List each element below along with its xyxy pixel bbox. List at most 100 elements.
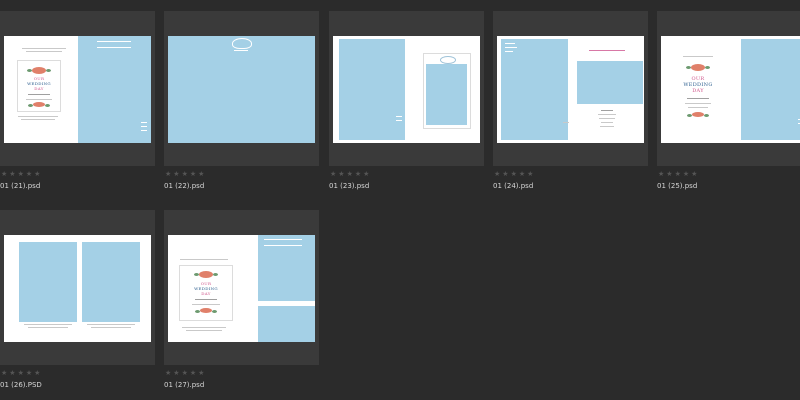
- photo-placeholder: [501, 39, 568, 140]
- text-line: [26, 99, 52, 100]
- title-banner: [264, 239, 302, 246]
- star-outline-icon[interactable]: ★: [494, 170, 500, 178]
- rating-stars[interactable]: ★ ★ ★ ★ ★: [165, 369, 204, 377]
- thumbnail-tile[interactable]: ★ ★ ★ ★ ★ 01 (22).psd: [164, 11, 319, 190]
- thumbnail-tile[interactable]: ★ ★ ★ ★ ★ 01 (26).PSD: [0, 210, 155, 389]
- rating-stars[interactable]: ★ ★ ★ ★ ★: [165, 170, 204, 178]
- star-outline-icon[interactable]: ★: [658, 170, 664, 178]
- thumbnail-preview: [333, 36, 480, 143]
- card-text: DAY: [34, 86, 44, 91]
- rating-stars[interactable]: ★ ★ ★ ★ ★: [658, 170, 697, 178]
- flower-ornament-icon: [27, 67, 51, 74]
- file-name[interactable]: 01 (25).psd: [657, 181, 697, 191]
- text-line: [180, 259, 228, 260]
- star-outline-icon[interactable]: ★: [34, 170, 40, 178]
- thumbnail-preview: [168, 36, 315, 143]
- thumbnail-preview: OUR WEDDING DAY: [661, 36, 800, 143]
- text-line: [26, 51, 62, 52]
- thumbnail-tile[interactable]: OUR WEDDING DAY ★ ★ ★ ★ ★ 01 (27).psd: [164, 210, 319, 389]
- text-line: [396, 120, 402, 121]
- star-outline-icon[interactable]: ★: [26, 170, 32, 178]
- star-outline-icon[interactable]: ★: [519, 170, 525, 178]
- photo-placeholder: [82, 242, 140, 322]
- star-outline-icon[interactable]: ★: [198, 369, 204, 377]
- thumbnail-tile[interactable]: ★ ★ ★ ★ ★ 01 (23).psd: [329, 11, 484, 190]
- thumbnail-preview: OUR WEDDING DAY: [168, 235, 315, 342]
- thumbnail-tile[interactable]: OUR WEDDING DAY ★ ★ ★ ★ ★ 01 (25).psd: [657, 11, 800, 190]
- star-outline-icon[interactable]: ★: [190, 369, 196, 377]
- star-outline-icon[interactable]: ★: [347, 170, 353, 178]
- star-outline-icon[interactable]: ★: [363, 170, 369, 178]
- flower-ornament-icon: [194, 271, 218, 278]
- file-name[interactable]: 01 (24).psd: [493, 181, 533, 191]
- star-outline-icon[interactable]: ★: [683, 170, 689, 178]
- card-text: DAY: [201, 291, 211, 296]
- star-outline-icon[interactable]: ★: [1, 170, 7, 178]
- rating-stars[interactable]: ★ ★ ★ ★ ★: [330, 170, 369, 178]
- text-line: [600, 126, 614, 127]
- text-line: [598, 114, 616, 115]
- thumbnail-tile[interactable]: ★ ★ ★ ★ ★ 01 (24).psd: [493, 11, 648, 190]
- text-line: [182, 327, 226, 328]
- rating-stars[interactable]: ★ ★ ★ ★ ★: [494, 170, 533, 178]
- text-line: [28, 94, 50, 95]
- file-name[interactable]: 01 (22).psd: [164, 181, 204, 191]
- star-outline-icon[interactable]: ★: [182, 170, 188, 178]
- text-line: [683, 56, 713, 57]
- star-outline-icon[interactable]: ★: [182, 369, 188, 377]
- star-outline-icon[interactable]: ★: [9, 170, 15, 178]
- file-name[interactable]: 01 (21).psd: [0, 181, 40, 191]
- text-line: [186, 330, 222, 331]
- file-name[interactable]: 01 (27).psd: [164, 380, 204, 390]
- thumbnail-preview: [497, 36, 644, 143]
- star-outline-icon[interactable]: ★: [165, 170, 171, 178]
- rating-stars[interactable]: ★ ★ ★ ★ ★: [1, 369, 40, 377]
- card-text: DAY: [692, 88, 704, 94]
- photo-placeholder: [741, 39, 800, 140]
- photo-placeholder: [258, 306, 315, 342]
- title-banner: [97, 41, 131, 48]
- thumbnail-preview: [4, 235, 151, 342]
- star-outline-icon[interactable]: ★: [338, 170, 344, 178]
- star-outline-icon[interactable]: ★: [527, 170, 533, 178]
- thumbnail-tile[interactable]: OUR WEDDING DAY ★ ★ ★ ★ ★ 01 (21).psd: [0, 11, 155, 190]
- star-outline-icon[interactable]: ★: [18, 170, 24, 178]
- star-outline-icon[interactable]: ★: [198, 170, 204, 178]
- star-outline-icon[interactable]: ★: [1, 369, 7, 377]
- star-outline-icon[interactable]: ★: [34, 369, 40, 377]
- text-line: [24, 324, 72, 325]
- text-line: [685, 103, 711, 104]
- star-outline-icon[interactable]: ★: [330, 170, 336, 178]
- photo-placeholder: [577, 61, 643, 104]
- monogram-ornament-icon: [232, 38, 252, 49]
- star-outline-icon[interactable]: ★: [502, 170, 508, 178]
- star-outline-icon[interactable]: ★: [511, 170, 517, 178]
- star-outline-icon[interactable]: ★: [173, 170, 179, 178]
- star-outline-icon[interactable]: ★: [666, 170, 672, 178]
- star-outline-icon[interactable]: ★: [18, 369, 24, 377]
- text-line: [589, 50, 625, 51]
- star-outline-icon[interactable]: ★: [165, 369, 171, 377]
- star-outline-icon[interactable]: ★: [355, 170, 361, 178]
- text-line: [141, 122, 147, 123]
- star-outline-icon[interactable]: ★: [691, 170, 697, 178]
- flower-ornament-icon: [28, 102, 50, 107]
- invitation-card: OUR WEDDING DAY: [17, 60, 61, 112]
- star-outline-icon[interactable]: ★: [190, 170, 196, 178]
- text-line: [688, 107, 708, 108]
- star-outline-icon[interactable]: ★: [173, 369, 179, 377]
- star-outline-icon[interactable]: ★: [9, 369, 15, 377]
- text-line: [599, 118, 615, 119]
- star-outline-icon[interactable]: ★: [26, 369, 32, 377]
- flower-ornament-icon: [686, 64, 710, 71]
- text-line: [28, 327, 68, 328]
- rating-stars[interactable]: ★ ★ ★ ★ ★: [1, 170, 40, 178]
- file-name[interactable]: 01 (26).PSD: [0, 380, 42, 390]
- flower-ornament-icon: [687, 112, 709, 117]
- text-line: [87, 324, 135, 325]
- text-line: [91, 327, 131, 328]
- file-name[interactable]: 01 (23).psd: [329, 181, 369, 191]
- text-line: [192, 304, 220, 305]
- text-line: [505, 51, 513, 52]
- star-outline-icon[interactable]: ★: [675, 170, 681, 178]
